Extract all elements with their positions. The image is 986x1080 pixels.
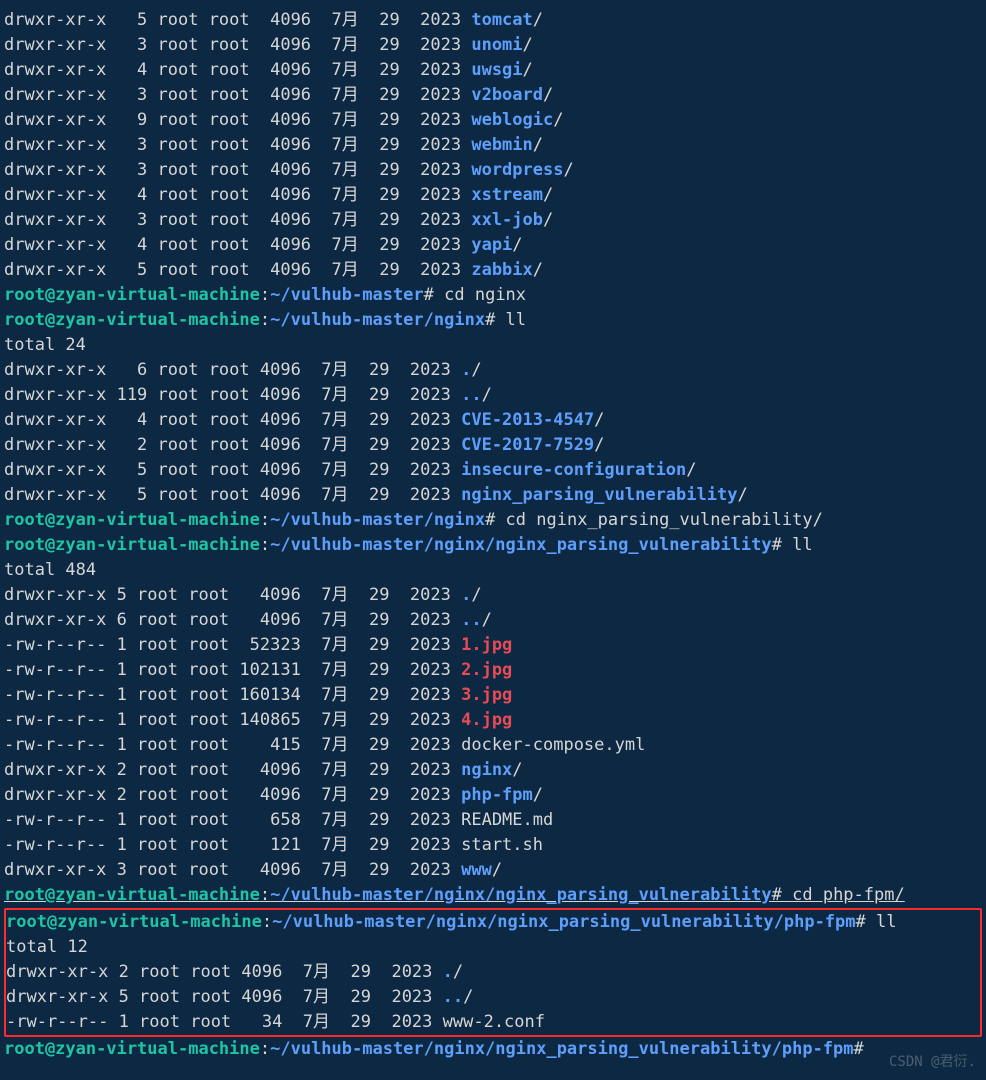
file-row: drwxr-xr-x 5 root root 4096 7月 29 2023 t… [4,8,982,33]
file-row: drwxr-xr-x 5 root root 4096 7月 29 2023 .… [6,985,980,1010]
prompt-line[interactable]: root@zyan-virtual-machine:~/vulhub-maste… [4,283,982,308]
file-row: drwxr-xr-x 5 root root 4096 7月 29 2023 n… [4,483,982,508]
file-row: drwxr-xr-x 4 root root 4096 7月 29 2023 y… [4,233,982,258]
file-row: drwxr-xr-x 3 root root 4096 7月 29 2023 x… [4,208,982,233]
total-line: total 484 [4,558,982,583]
file-row: drwxr-xr-x 4 root root 4096 7月 29 2023 C… [4,408,982,433]
file-row: drwxr-xr-x 3 root root 4096 7月 29 2023 v… [4,83,982,108]
file-row: drwxr-xr-x 5 root root 4096 7月 29 2023 z… [4,258,982,283]
total-line: total 24 [4,333,982,358]
file-row: drwxr-xr-x 6 root root 4096 7月 29 2023 .… [4,608,982,633]
file-row: drwxr-xr-x 9 root root 4096 7月 29 2023 w… [4,108,982,133]
file-row: drwxr-xr-x 2 root root 4096 7月 29 2023 n… [4,758,982,783]
file-row: -rw-r--r-- 1 root root 415 7月 29 2023 do… [4,733,982,758]
file-row: drwxr-xr-x 4 root root 4096 7月 29 2023 u… [4,58,982,83]
file-row: -rw-r--r-- 1 root root 34 7月 29 2023 www… [6,1010,980,1035]
watermark: CSDN @君衍. [889,1050,976,1075]
file-row: drwxr-xr-x 2 root root 4096 7月 29 2023 p… [4,783,982,808]
file-row: drwxr-xr-x 3 root root 4096 7月 29 2023 w… [4,158,982,183]
file-row: drwxr-xr-x 4 root root 4096 7月 29 2023 x… [4,183,982,208]
total-line: total 12 [6,935,980,960]
file-row: drwxr-xr-x 5 root root 4096 7月 29 2023 .… [4,583,982,608]
file-row: -rw-r--r-- 1 root root 52323 7月 29 2023 … [4,633,982,658]
file-row: drwxr-xr-x 119 root root 4096 7月 29 2023… [4,383,982,408]
file-row: drwxr-xr-x 5 root root 4096 7月 29 2023 i… [4,458,982,483]
prompt-line[interactable]: root@zyan-virtual-machine:~/vulhub-maste… [6,910,980,935]
prompt-line[interactable]: root@zyan-virtual-machine:~/vulhub-maste… [4,533,982,558]
file-row: -rw-r--r-- 1 root root 160134 7月 29 2023… [4,683,982,708]
file-row: -rw-r--r-- 1 root root 121 7月 29 2023 st… [4,833,982,858]
prompt-line[interactable]: root@zyan-virtual-machine:~/vulhub-maste… [4,308,982,333]
file-row: drwxr-xr-x 6 root root 4096 7月 29 2023 .… [4,358,982,383]
file-row: drwxr-xr-x 3 root root 4096 7月 29 2023 w… [4,133,982,158]
highlighted-block: root@zyan-virtual-machine:~/vulhub-maste… [4,908,982,1037]
file-row: -rw-r--r-- 1 root root 102131 7月 29 2023… [4,658,982,683]
file-row: drwxr-xr-x 2 root root 4096 7月 29 2023 .… [6,960,980,985]
prompt-line[interactable]: root@zyan-virtual-machine:~/vulhub-maste… [4,508,982,533]
file-row: -rw-r--r-- 1 root root 658 7月 29 2023 RE… [4,808,982,833]
terminal-output[interactable]: drwxr-xr-x 5 root root 4096 7月 29 2023 t… [0,0,986,1070]
file-row: drwxr-xr-x 3 root root 4096 7月 29 2023 u… [4,33,982,58]
prompt-line[interactable]: root@zyan-virtual-machine:~/vulhub-maste… [4,883,982,908]
file-row: drwxr-xr-x 3 root root 4096 7月 29 2023 w… [4,858,982,883]
file-row: drwxr-xr-x 2 root root 4096 7月 29 2023 C… [4,433,982,458]
file-row: -rw-r--r-- 1 root root 140865 7月 29 2023… [4,708,982,733]
prompt-line[interactable]: root@zyan-virtual-machine:~/vulhub-maste… [4,1037,982,1062]
